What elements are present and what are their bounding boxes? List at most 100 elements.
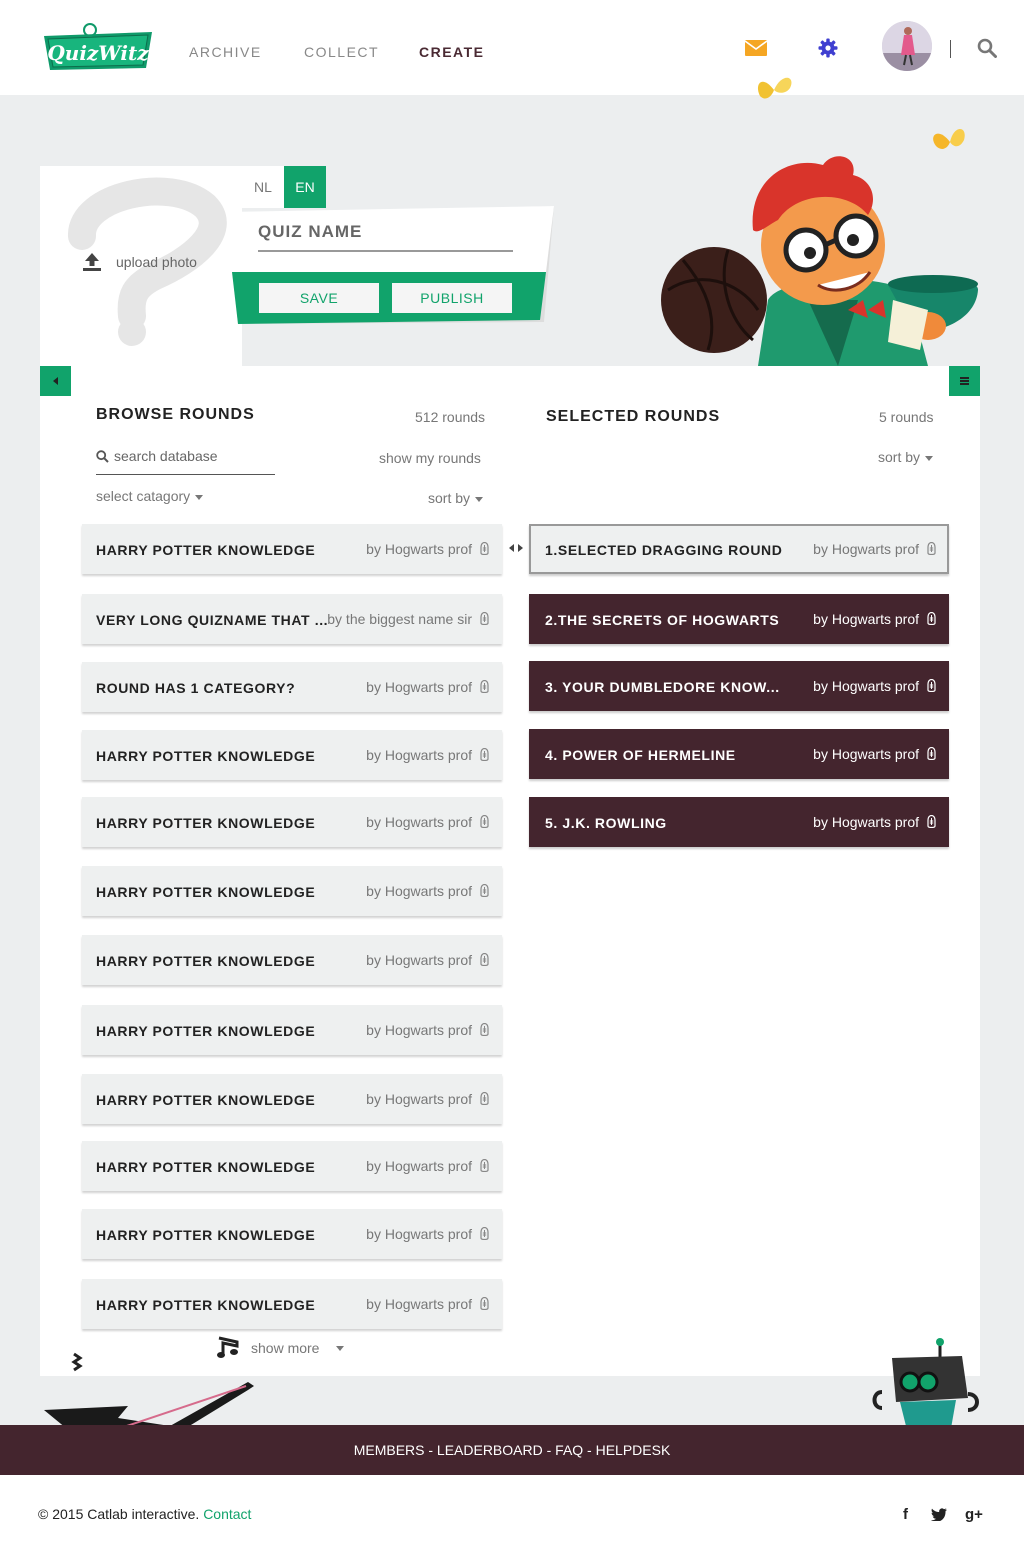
round-name: HARRY POTTER KNOWLEDGE: [96, 1227, 316, 1243]
lock-icon: [480, 748, 489, 761]
browse-round-row[interactable]: HARRY POTTER KNOWLEDGE by Hogwarts prof: [82, 730, 502, 780]
lock-icon: [480, 884, 489, 897]
show-my-rounds-link[interactable]: show my rounds: [379, 450, 481, 466]
round-author: by Hogwarts prof: [366, 883, 472, 899]
search-underline: [96, 474, 275, 475]
top-header: QuizWitz ARCHIVE COLLECT CREATE: [0, 0, 1024, 95]
lock-icon: [480, 680, 489, 693]
search-icon[interactable]: [977, 38, 997, 58]
facebook-icon[interactable]: f: [903, 1506, 908, 1523]
upload-photo-label: upload photo: [116, 254, 197, 270]
round-author: by Hogwarts prof: [366, 1158, 472, 1174]
upload-icon: [83, 253, 101, 271]
selected-round-row[interactable]: 3. YOUR DUMBLEDORE KNOW... by Hogwarts pr…: [529, 661, 949, 711]
round-name: HARRY POTTER KNOWLEDGE: [96, 953, 316, 969]
header-divider: [950, 40, 951, 58]
selected-sort-select[interactable]: sort by: [878, 449, 934, 465]
round-name: HARRY POTTER KNOWLEDGE: [96, 748, 316, 764]
lock-icon: [480, 612, 489, 625]
upload-photo-button[interactable]: upload photo: [82, 252, 197, 272]
search-field[interactable]: search database: [96, 448, 218, 464]
svg-text:QuizWitz: QuizWitz: [47, 41, 149, 65]
round-name: ROUND HAS 1 CATEGORY?: [96, 680, 296, 696]
selected-round-row-dragging[interactable]: 1.SELECTED DRAGGING ROUND by Hogwarts pro…: [529, 524, 949, 574]
round-name: HARRY POTTER KNOWLEDGE: [96, 1297, 316, 1313]
round-name: HARRY POTTER KNOWLEDGE: [96, 1092, 316, 1108]
contact-link[interactable]: Contact: [203, 1506, 251, 1522]
google-plus-icon[interactable]: g+: [965, 1506, 983, 1523]
lock-icon: [927, 612, 936, 625]
round-name: HARRY POTTER KNOWLEDGE: [96, 815, 316, 831]
round-name: HARRY POTTER KNOWLEDGE: [96, 884, 316, 900]
footer-links[interactable]: MEMBERS - LEADERBOARD - FAQ - HELPDESK: [0, 1442, 1024, 1458]
round-name: VERY LONG QUIZNAME THAT ...: [96, 612, 329, 628]
search-input[interactable]: search database: [114, 448, 218, 464]
browse-round-row[interactable]: HARRY POTTER KNOWLEDGE by Hogwarts prof: [82, 935, 502, 985]
browse-round-row[interactable]: HARRY POTTER KNOWLEDGE by Hogwarts prof: [82, 1141, 502, 1191]
avatar[interactable]: [882, 21, 932, 71]
browse-round-row[interactable]: HARRY POTTER KNOWLEDGE by Hogwarts prof: [82, 1209, 502, 1259]
drag-handle-icon[interactable]: [508, 543, 524, 553]
twitter-icon[interactable]: [931, 1508, 947, 1521]
copyright-text: © 2015 Catlab interactive.: [38, 1506, 200, 1522]
lock-icon: [927, 815, 936, 828]
browse-round-row[interactable]: HARRY POTTER KNOWLEDGE by Hogwarts prof: [82, 1074, 502, 1124]
language-tabs: NL EN: [242, 166, 326, 208]
save-button[interactable]: SAVE: [259, 283, 379, 313]
chevron-down-icon: [925, 455, 934, 461]
round-name: 1.SELECTED DRAGGING ROUND: [545, 542, 783, 558]
round-author: by Hogwarts prof: [813, 611, 919, 627]
browse-round-row[interactable]: HARRY POTTER KNOWLEDGE by Hogwarts prof: [82, 797, 502, 847]
round-author: by Hogwarts prof: [813, 541, 919, 557]
browse-sort-select[interactable]: sort by: [428, 490, 484, 506]
quiz-name-input[interactable]: QUIZ NAME: [258, 222, 513, 252]
mail-icon[interactable]: [745, 40, 767, 56]
selected-round-row[interactable]: 5. J.K. ROWLING by Hogwarts prof: [529, 797, 949, 847]
nav-collect[interactable]: COLLECT: [304, 44, 379, 60]
lock-icon: [480, 1227, 489, 1240]
browse-round-row[interactable]: HARRY POTTER KNOWLEDGE by Hogwarts prof: [82, 866, 502, 916]
butterfly-icon: [757, 77, 792, 99]
arrow-left-icon: [53, 377, 58, 385]
chevron-down-icon: [336, 1345, 345, 1351]
lock-icon: [480, 815, 489, 828]
round-name: HARRY POTTER KNOWLEDGE: [96, 1159, 316, 1175]
round-author: by Hogwarts prof: [366, 1022, 472, 1038]
gear-icon[interactable]: [818, 38, 838, 58]
round-author: by Hogwarts prof: [813, 814, 919, 830]
browse-rounds-title: BROWSE ROUNDS: [96, 406, 255, 423]
selected-round-row[interactable]: 4. POWER OF HERMELINE by Hogwarts prof: [529, 729, 949, 779]
round-author: by Hogwarts prof: [366, 541, 472, 557]
lock-icon: [927, 542, 936, 555]
selected-rounds-count: 5 rounds: [879, 409, 934, 425]
chevron-down-icon: [475, 496, 484, 502]
menu-icon: [960, 377, 969, 385]
browse-round-row[interactable]: VERY LONG QUIZNAME THAT ... by the bigges…: [82, 594, 502, 644]
menu-button[interactable]: [949, 366, 980, 396]
selected-round-row[interactable]: 2.THE SECRETS OF HOGWARTS by Hogwarts pro…: [529, 594, 949, 644]
tab-language-en[interactable]: EN: [284, 166, 326, 208]
quizwitz-logo[interactable]: QuizWitz: [40, 22, 156, 72]
round-author: by Hogwarts prof: [366, 952, 472, 968]
browse-round-row[interactable]: HARRY POTTER KNOWLEDGE by Hogwarts prof: [82, 1279, 502, 1329]
round-author: by Hogwarts prof: [366, 1226, 472, 1242]
lock-icon: [927, 679, 936, 692]
browse-round-row[interactable]: HARRY POTTER KNOWLEDGE by Hogwarts prof: [82, 1005, 502, 1055]
round-name: HARRY POTTER KNOWLEDGE: [96, 542, 316, 558]
browse-round-row[interactable]: HARRY POTTER KNOWLEDGE by Hogwarts prof: [82, 524, 502, 574]
collapse-left-button[interactable]: [40, 366, 71, 396]
round-author: by Hogwarts prof: [366, 679, 472, 695]
lock-icon: [927, 747, 936, 760]
tab-language-nl[interactable]: NL: [242, 166, 284, 208]
nav-archive[interactable]: ARCHIVE: [189, 44, 262, 60]
lock-icon: [480, 1023, 489, 1036]
category-select[interactable]: select catagory: [96, 488, 204, 504]
browse-sort-label: sort by: [428, 490, 471, 506]
lock-icon: [480, 953, 489, 966]
category-select-label: select catagory: [96, 488, 191, 504]
round-author: by Hogwarts prof: [366, 814, 472, 830]
publish-button[interactable]: PUBLISH: [392, 283, 512, 313]
browse-round-row[interactable]: ROUND HAS 1 CATEGORY? by Hogwarts prof: [82, 662, 502, 712]
round-author: by Hogwarts prof: [813, 678, 919, 694]
nav-create[interactable]: CREATE: [419, 44, 485, 60]
